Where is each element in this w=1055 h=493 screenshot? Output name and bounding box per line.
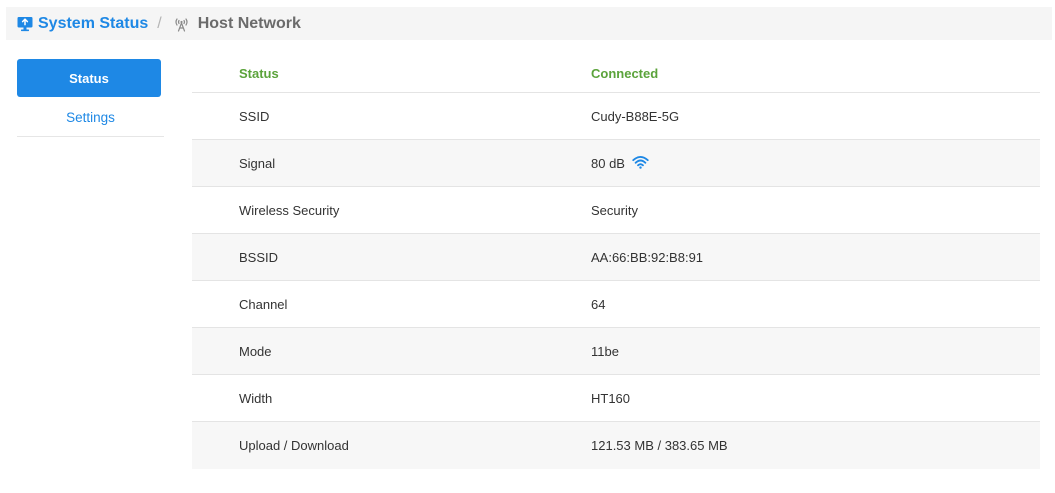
row-value-channel: 64 — [591, 296, 606, 312]
row-value-signal-wrap: 80 dB — [591, 155, 1040, 172]
table-header-row: Status Connected — [192, 54, 1040, 93]
sidebar-item-status[interactable]: Status — [17, 59, 161, 97]
row-key-ssid: SSID — [239, 108, 270, 124]
row-value-traffic: 121.53 MB / 383.65 MB — [591, 438, 728, 453]
breadcrumb: System Status / Host Network — [6, 7, 1052, 40]
row-value-signal: 80 dB — [591, 155, 625, 171]
table-row: BSSID AA:66:BB:92:B8:91 — [192, 234, 1040, 281]
table-header-key: Status — [239, 65, 279, 81]
row-value-mode: 11be — [591, 343, 619, 359]
wifi-signal-icon — [632, 155, 649, 172]
monitor-icon — [17, 16, 33, 32]
breadcrumb-section[interactable]: System Status — [17, 15, 148, 33]
table-row: Mode 11be — [192, 328, 1040, 375]
row-key-bssid: BSSID — [239, 249, 279, 265]
row-key-channel: Channel — [239, 296, 288, 312]
table-row: Signal 80 dB — [192, 140, 1040, 187]
sidebar: Status Settings — [17, 59, 164, 137]
row-key-signal: Signal — [239, 155, 276, 171]
row-value-width: HT160 — [591, 390, 631, 406]
table-row: SSID Cudy-B88E-5G — [192, 93, 1040, 140]
row-key-security: Wireless Security — [239, 202, 340, 218]
breadcrumb-current: Host Network — [173, 15, 301, 33]
antenna-icon — [173, 16, 190, 32]
breadcrumb-current-label: Host Network — [197, 14, 301, 32]
row-value-ssid: Cudy-B88E-5G — [591, 108, 680, 124]
table-row: Channel 64 — [192, 281, 1040, 328]
connection-status: Connected — [591, 65, 659, 81]
row-value-security: Security — [591, 202, 638, 218]
table-row: Upload / Download 121.53 MB / 383.65 MB — [192, 422, 1040, 469]
table-row: Wireless Security Security — [192, 187, 1040, 234]
sidebar-item-settings[interactable]: Settings — [17, 98, 164, 137]
breadcrumb-section-label[interactable]: System Status — [38, 15, 148, 33]
status-table: Status Connected SSID Cudy-B88E-5G Signa… — [192, 54, 1040, 469]
row-key-width: Width — [239, 390, 273, 406]
breadcrumb-separator: / — [157, 14, 162, 32]
row-key-traffic: Upload / Download — [239, 438, 349, 453]
row-value-bssid: AA:66:BB:92:B8:91 — [591, 249, 704, 265]
row-key-mode: Mode — [239, 343, 272, 359]
table-row: Width HT160 — [192, 375, 1040, 422]
